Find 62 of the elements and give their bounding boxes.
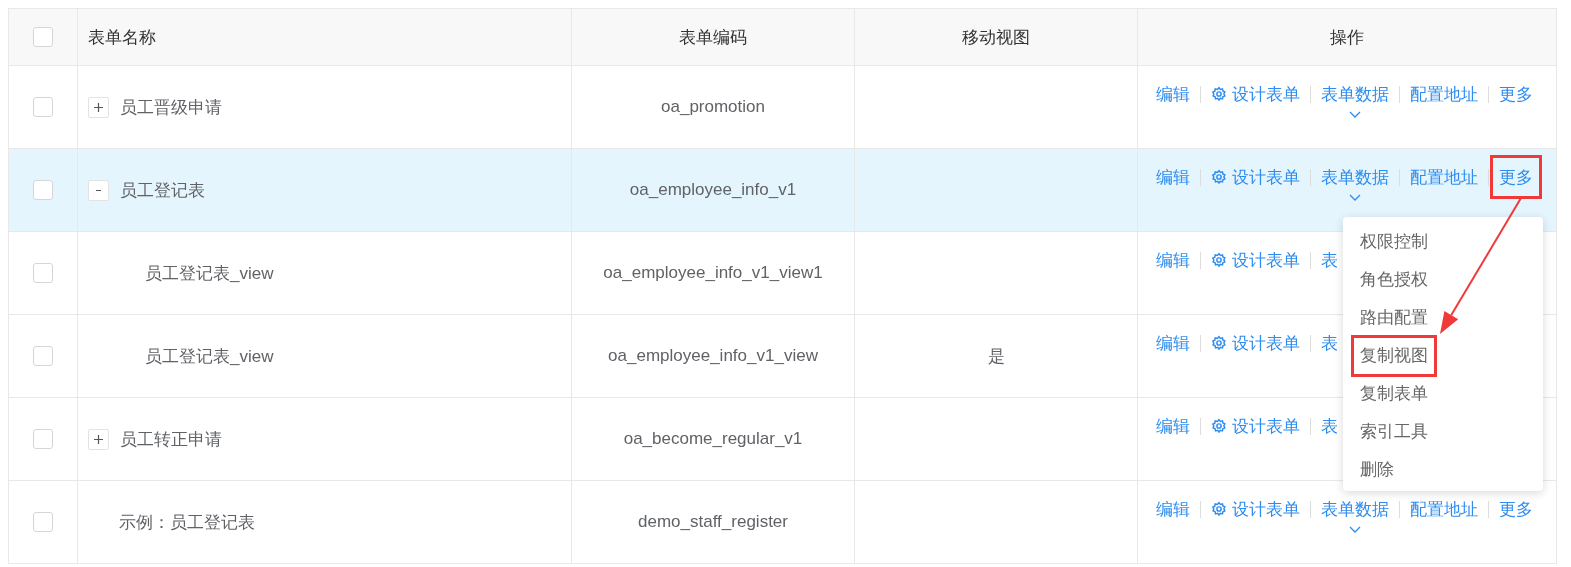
action-link[interactable]: 更多 (1499, 498, 1533, 520)
table-row[interactable]: 员工登记表 oa_employee_info_v1 编辑 设计表单 表单数据 配置地址 更多 (9, 149, 1556, 232)
table-cell-text: 员工登记表 (120, 179, 205, 202)
checkbox[interactable] (33, 27, 53, 47)
collapse-icon[interactable] (88, 179, 109, 201)
expand-icon[interactable] (88, 96, 109, 118)
action-link[interactable]: 表 (1321, 332, 1338, 354)
action-link[interactable]: 表 (1321, 415, 1338, 437)
action-link[interactable]: 设计表单 (1211, 166, 1300, 188)
action-link[interactable]: 配置地址 (1410, 83, 1478, 105)
action-link[interactable]: 设计表单 (1211, 498, 1300, 520)
menu-item[interactable]: 复制视图 (1351, 335, 1437, 377)
caret-icon (1349, 194, 1361, 202)
action-link[interactable]: 配置地址 (1410, 166, 1478, 188)
gear-icon (1211, 418, 1227, 434)
action-link[interactable]: 设计表单 (1211, 332, 1300, 354)
checkbox[interactable] (33, 180, 53, 200)
checkbox[interactable] (33, 263, 53, 283)
gear-icon (1211, 169, 1227, 185)
action-link[interactable]: 更多 (1490, 155, 1542, 199)
table-cell-text: 员工登记表_view (145, 345, 274, 368)
action-link[interactable]: 更多 (1499, 83, 1533, 105)
table-cell: oa_employee_info_v1 (629, 180, 797, 200)
table-cell: oa_employee_info_v1_view (608, 346, 818, 366)
caret-icon (1349, 526, 1361, 534)
table-cell-text: 员工登记表_view (145, 262, 274, 285)
action-link[interactable]: 设计表单 (1211, 249, 1300, 271)
table-cell: oa_employee_info_v1_view1 (603, 263, 823, 283)
table-cell-text: 员工转正申请 (120, 428, 222, 451)
action-link[interactable]: 设计表单 (1211, 83, 1300, 105)
action-link[interactable]: 配置地址 (1410, 498, 1478, 520)
action-link[interactable]: 编辑 (1156, 166, 1190, 188)
checkbox[interactable] (33, 97, 53, 117)
table-cell: oa_become_regular_v1 (623, 429, 803, 449)
table-cell-text: 示例：员工登记表 (119, 511, 255, 534)
caret-icon (1349, 111, 1361, 119)
column-header: 操作 (1330, 26, 1364, 49)
action-link[interactable]: 表 (1321, 249, 1338, 271)
action-link[interactable]: 编辑 (1156, 332, 1190, 354)
table-cell-text: 是 (987, 345, 1005, 368)
gear-icon (1211, 335, 1227, 351)
table-cell: demo_staff_register (638, 512, 788, 532)
gear-icon (1211, 86, 1227, 102)
action-link[interactable]: 表单数据 (1321, 498, 1389, 534)
gear-icon (1211, 501, 1227, 517)
column-header: 表单编码 (679, 26, 747, 49)
action-link[interactable]: 编辑 (1156, 83, 1190, 105)
table-cell-text: 员工晋级申请 (120, 96, 222, 119)
checkbox[interactable] (33, 429, 53, 449)
action-link[interactable]: 表单数据 (1321, 83, 1389, 119)
expand-icon[interactable] (88, 428, 109, 450)
checkbox[interactable] (33, 512, 53, 532)
gear-icon (1211, 252, 1227, 268)
action-link[interactable]: 设计表单 (1211, 415, 1300, 437)
column-header: 表单名称 (88, 26, 156, 49)
action-link[interactable]: 编辑 (1156, 249, 1190, 271)
column-header: 移动视图 (962, 26, 1030, 49)
action-link[interactable]: 表单数据 (1321, 166, 1389, 202)
action-link[interactable]: 编辑 (1156, 498, 1190, 520)
checkbox[interactable] (33, 346, 53, 366)
action-link[interactable]: 编辑 (1156, 415, 1190, 437)
table-cell: oa_promotion (661, 97, 765, 117)
